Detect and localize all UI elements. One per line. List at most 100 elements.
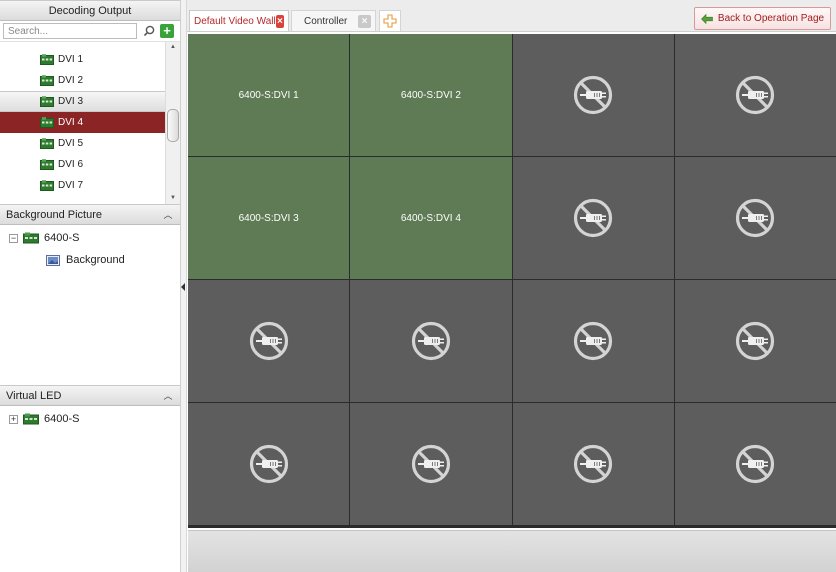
tree-node-device[interactable]: + 6400-S xyxy=(0,408,180,430)
wall-cell-empty[interactable] xyxy=(674,280,836,402)
tab-controller[interactable]: Controller × xyxy=(291,10,376,31)
collapse-arrow-icon[interactable] xyxy=(181,283,185,291)
wall-cell-empty[interactable] xyxy=(188,280,350,402)
wall-cell-assigned[interactable]: 6400-S:DVI 4 xyxy=(350,157,512,279)
left-panel: Decoding Output + DVI 1DVI 2DVI 3DVI 4DV… xyxy=(0,0,181,572)
chevron-up-icon[interactable]: ︿ xyxy=(162,208,174,221)
decoding-output-title: Decoding Output xyxy=(48,4,132,17)
list-item-label: DVI 7 xyxy=(58,180,84,191)
wall-cell-empty[interactable] xyxy=(674,403,836,525)
no-signal-icon xyxy=(574,444,613,484)
virtual-led-header[interactable]: Virtual LED ︿ xyxy=(0,385,180,406)
tab-label: Default Video Wall xyxy=(194,15,276,27)
background-picture-tree: − 6400-S Background xyxy=(0,225,180,385)
tree-node-device[interactable]: − 6400-S xyxy=(0,227,180,249)
plus-icon xyxy=(383,14,397,28)
dvi-output-icon xyxy=(40,54,54,65)
list-item-label: DVI 2 xyxy=(58,75,84,86)
no-signal-icon xyxy=(736,444,775,484)
dvi-output-icon xyxy=(40,180,54,191)
wall-cell-empty[interactable] xyxy=(674,157,836,279)
no-signal-icon xyxy=(574,75,613,115)
back-arrow-icon xyxy=(700,13,713,24)
decoding-output-list: DVI 1 DVI 2 DVI 3 DVI 4 DVI 5 DVI 6 DVI 7 ▲ ▼ xyxy=(0,42,180,204)
wall-cell-empty[interactable] xyxy=(512,403,674,525)
list-item-dvi[interactable]: DVI 5 xyxy=(0,133,165,154)
tab-label: Controller xyxy=(304,15,348,27)
list-item-dvi[interactable]: DVI 3 xyxy=(0,91,165,112)
scroll-down-icon[interactable]: ▼ xyxy=(166,193,180,203)
dvi-output-icon xyxy=(40,159,54,170)
close-icon[interactable]: × xyxy=(358,14,371,28)
dvi-output-icon xyxy=(40,117,54,128)
no-signal-icon xyxy=(411,444,450,484)
device-icon xyxy=(23,413,39,425)
no-signal-icon xyxy=(249,444,288,484)
wall-cell-label: 6400-S:DVI 2 xyxy=(400,89,461,101)
no-signal-icon xyxy=(736,321,775,361)
expand-node-icon[interactable]: + xyxy=(9,414,18,424)
background-picture-header[interactable]: Background Picture ︿ xyxy=(0,204,180,225)
virtual-led-tree: + 6400-S xyxy=(0,406,180,430)
list-item-label: DVI 4 xyxy=(58,117,84,128)
back-button-label: Back to Operation Page xyxy=(717,13,825,24)
background-picture-title: Background Picture xyxy=(6,208,102,221)
wall-cell-assigned[interactable]: 6400-S:DVI 1 xyxy=(188,34,350,156)
wall-cell-empty[interactable] xyxy=(512,280,674,402)
wall-cell-empty[interactable] xyxy=(188,403,350,525)
wall-cell-empty[interactable] xyxy=(674,34,836,156)
wall-cell-empty[interactable] xyxy=(350,403,512,525)
search-icon[interactable] xyxy=(140,23,158,39)
decoding-output-header[interactable]: Decoding Output xyxy=(0,0,180,21)
list-scrollbar[interactable]: ▲ ▼ xyxy=(165,42,180,204)
wall-cell-empty[interactable] xyxy=(512,157,674,279)
list-item-label: DVI 5 xyxy=(58,138,84,149)
search-input[interactable] xyxy=(3,23,137,39)
video-wall: 6400-S:DVI 1 6400-S:DVI 2 6400-S:DVI 3 6400… xyxy=(188,34,836,528)
dvi-output-icon xyxy=(40,75,54,86)
list-item-label: DVI 3 xyxy=(58,96,84,107)
tree-node-label: 6400-S xyxy=(44,232,80,244)
tree-node-background[interactable]: Background xyxy=(0,249,180,271)
wall-cell-assigned[interactable]: 6400-S:DVI 2 xyxy=(350,34,512,156)
dvi-output-icon xyxy=(40,96,54,107)
no-signal-icon xyxy=(574,321,613,361)
tab-default-video-wall[interactable]: Default Video Wall × xyxy=(189,10,289,31)
back-to-operation-button[interactable]: Back to Operation Page xyxy=(694,7,831,30)
no-signal-icon xyxy=(574,198,613,238)
wall-cell-empty[interactable] xyxy=(350,280,512,402)
tree-node-label: 6400-S xyxy=(44,413,80,425)
no-signal-icon xyxy=(249,321,288,361)
chevron-up-icon[interactable]: ︿ xyxy=(162,389,174,402)
panel-splitter[interactable] xyxy=(181,0,187,572)
list-item-dvi[interactable]: DVI 6 xyxy=(0,154,165,175)
no-signal-icon xyxy=(736,198,775,238)
list-item-label: DVI 6 xyxy=(58,159,84,170)
collapse-node-icon[interactable]: − xyxy=(9,233,18,243)
wall-cell-assigned[interactable]: 6400-S:DVI 3 xyxy=(188,157,350,279)
bottom-bar xyxy=(188,530,836,572)
wall-cell-empty[interactable] xyxy=(512,34,674,156)
scroll-thumb[interactable] xyxy=(167,109,179,142)
scroll-up-icon[interactable]: ▲ xyxy=(166,42,180,52)
no-signal-icon xyxy=(411,321,450,361)
list-item-dvi[interactable]: DVI 1 xyxy=(0,49,165,70)
picture-icon xyxy=(46,254,60,266)
list-item-label: DVI 1 xyxy=(58,54,84,65)
wall-cell-label: 6400-S:DVI 3 xyxy=(238,212,299,224)
no-signal-icon xyxy=(736,75,775,115)
wall-cell-label: 6400-S:DVI 4 xyxy=(400,212,461,224)
add-icon[interactable]: + xyxy=(160,24,174,38)
search-row: + xyxy=(0,21,180,42)
close-icon[interactable]: × xyxy=(275,14,284,28)
dvi-output-icon xyxy=(40,138,54,149)
wall-cell-label: 6400-S:DVI 1 xyxy=(238,89,299,101)
tree-node-label: Background xyxy=(66,254,125,266)
virtual-led-title: Virtual LED xyxy=(6,389,62,402)
list-item-dvi[interactable]: DVI 2 xyxy=(0,70,165,91)
device-icon xyxy=(23,232,39,244)
add-tab-button[interactable] xyxy=(379,10,401,31)
list-item-dvi[interactable]: DVI 4 xyxy=(0,112,165,133)
list-item-dvi[interactable]: DVI 7 xyxy=(0,175,165,196)
tab-bar: Default Video Wall × Controller × Back t… xyxy=(187,0,836,32)
